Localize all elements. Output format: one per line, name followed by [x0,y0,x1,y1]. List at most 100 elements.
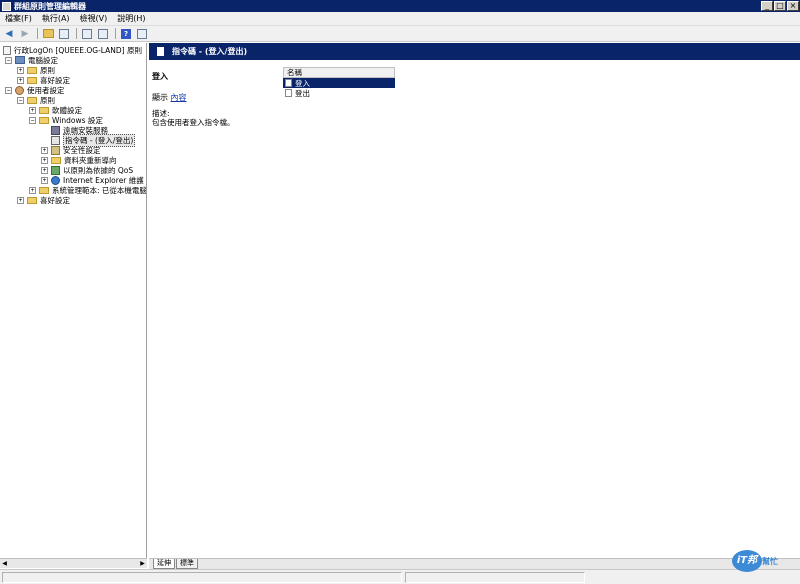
tree-item-security[interactable]: + 安全性設定 [41,145,101,155]
collapse-icon[interactable]: − [5,56,12,64]
watermark-logo: iT邦 幫忙 [732,548,794,576]
tree-item-folder-redirection[interactable]: + 資料夾重新導向 [41,155,117,165]
expand-icon[interactable]: + [17,196,24,204]
list-item-logon[interactable]: 登入 [283,78,395,88]
tree-item-user-preferences[interactable]: + 喜好設定 [17,195,70,205]
folder-icon [27,96,37,104]
list-item-logoff[interactable]: 登出 [283,88,395,98]
forward-arrow-icon[interactable]: ▶ [18,28,32,40]
collapse-icon[interactable]: − [29,116,36,124]
folder-icon [27,76,37,84]
window-title: 群組原則管理編輯器 [14,1,86,11]
view-tabs: 延伸 標準 [149,558,800,569]
minimize-button[interactable]: _ [761,1,773,11]
tab-standard[interactable]: 標準 [176,559,198,569]
show-properties-line: 顯示 內容 [152,92,187,103]
tree-horizontal-scrollbar[interactable]: ◀ ▶ [0,558,147,568]
help-button[interactable]: ? [119,28,133,40]
menu-bar: 檔案(F) 執行(A) 檢視(V) 說明(H) [0,12,800,26]
export-list-button[interactable] [96,28,110,40]
expand-icon[interactable]: + [17,76,24,84]
close-button[interactable]: × [787,1,799,11]
console-tree: 行政LogOn [QUEEE.OG-LAND] 原則 − 電腦設定 + 原則 +… [0,43,147,558]
expand-icon[interactable]: + [41,146,48,154]
expand-icon[interactable]: + [41,176,48,184]
toolbar: ◀ ▶ ? [0,26,800,42]
details-pane: 指令碼 - (登入/登出) 登入 顯示 內容 描述: 包含使用者登入指令檔。 名… [149,43,800,558]
scroll-left-icon[interactable]: ◀ [0,559,9,568]
properties-link[interactable]: 內容 [171,93,187,102]
policy-doc-icon [3,45,11,55]
properties-icon [82,28,92,39]
tree-item-computer-config[interactable]: − 電腦設定 [5,55,58,65]
details-header: 指令碼 - (登入/登出) [149,43,800,60]
expand-icon[interactable]: + [41,156,48,164]
folder-icon [39,116,49,124]
tree-item-label: 喜好設定 [40,195,70,205]
tree-item-preferences[interactable]: + 喜好設定 [17,75,70,85]
tree-item-admin-templates[interactable]: + 系統管理範本: 已從本機電腦 [29,185,146,195]
expand-icon[interactable]: + [29,106,36,114]
scroll-right-icon[interactable]: ▶ [138,559,147,568]
script-file-icon [285,79,292,87]
tree-item-user-config[interactable]: − 使用者設定 [5,85,65,95]
expand-icon[interactable]: + [41,166,48,174]
properties-button[interactable] [80,28,94,40]
status-cell [2,572,402,583]
tree-item-ie-maintenance[interactable]: + Internet Explorer 維護 [41,175,144,185]
tree-item-windows-settings[interactable]: − Windows 設定 [29,115,103,125]
script-icon [51,135,60,145]
computer-icon [15,56,25,64]
tree-item-scripts[interactable]: 指令碼 - (登入/登出) [51,133,136,147]
show-prefix: 顯示 [152,93,168,102]
column-header-name[interactable]: 名稱 [283,67,395,78]
title-bar: 群組原則管理編輯器 _ □ × [0,0,800,12]
description-title: 登入 [152,72,168,81]
list-item-label: 登出 [295,88,310,98]
tree-item-root[interactable]: 行政LogOn [QUEEE.OG-LAND] 原則 [3,45,142,55]
tree-item-policies[interactable]: + 原則 [17,65,55,75]
back-arrow-icon[interactable]: ◀ [2,28,16,40]
help-icon: ? [121,28,131,39]
user-icon [15,85,24,95]
qos-chart-icon [51,165,60,175]
details-header-title: 指令碼 - (登入/登出) [172,47,248,56]
script-file-icon [285,89,292,97]
console-tree-icon [59,28,69,39]
export-icon [98,28,108,39]
folder-icon [27,66,37,74]
description-text: 包含使用者登入指令檔。 [152,118,235,127]
collapse-icon[interactable]: − [17,96,24,104]
folder-icon [39,186,49,194]
internet-explorer-icon [51,175,60,185]
watermark-text: 幫忙 [762,557,778,566]
remote-install-icon [51,125,60,135]
toolbar-separator [37,28,38,39]
menu-view[interactable]: 檢視(V) [75,13,113,24]
action-pane-icon [137,28,147,39]
show-hide-tree-button[interactable] [57,28,71,40]
collapse-icon[interactable]: − [5,86,12,94]
menu-help[interactable]: 說明(H) [112,13,150,24]
toolbar-separator [76,28,77,39]
folder-icon [51,156,61,164]
folder-up-icon [42,29,54,38]
security-icon [51,145,60,155]
tree-item-software-settings[interactable]: + 軟體設定 [29,105,82,115]
maximize-button[interactable]: □ [774,1,786,11]
description-panel: 登入 顯示 內容 描述: 包含使用者登入指令檔。 [149,60,281,540]
up-folder-button[interactable] [41,28,55,40]
tab-extended[interactable]: 延伸 [153,559,175,569]
watermark-badge: iT邦 [732,550,762,572]
folder-icon [27,196,37,204]
expand-icon[interactable]: + [29,186,36,194]
toolbar-separator [115,28,116,39]
status-bar [0,569,800,584]
menu-file[interactable]: 檔案(F) [0,13,37,24]
expand-icon[interactable]: + [17,66,24,74]
action-pane-button[interactable] [135,28,149,40]
tree-item-user-policies[interactable]: − 原則 [17,95,55,105]
menu-action[interactable]: 執行(A) [37,13,75,24]
app-icon [2,1,11,11]
tree-item-qos[interactable]: + 以原則為依據的 QoS [41,165,133,175]
